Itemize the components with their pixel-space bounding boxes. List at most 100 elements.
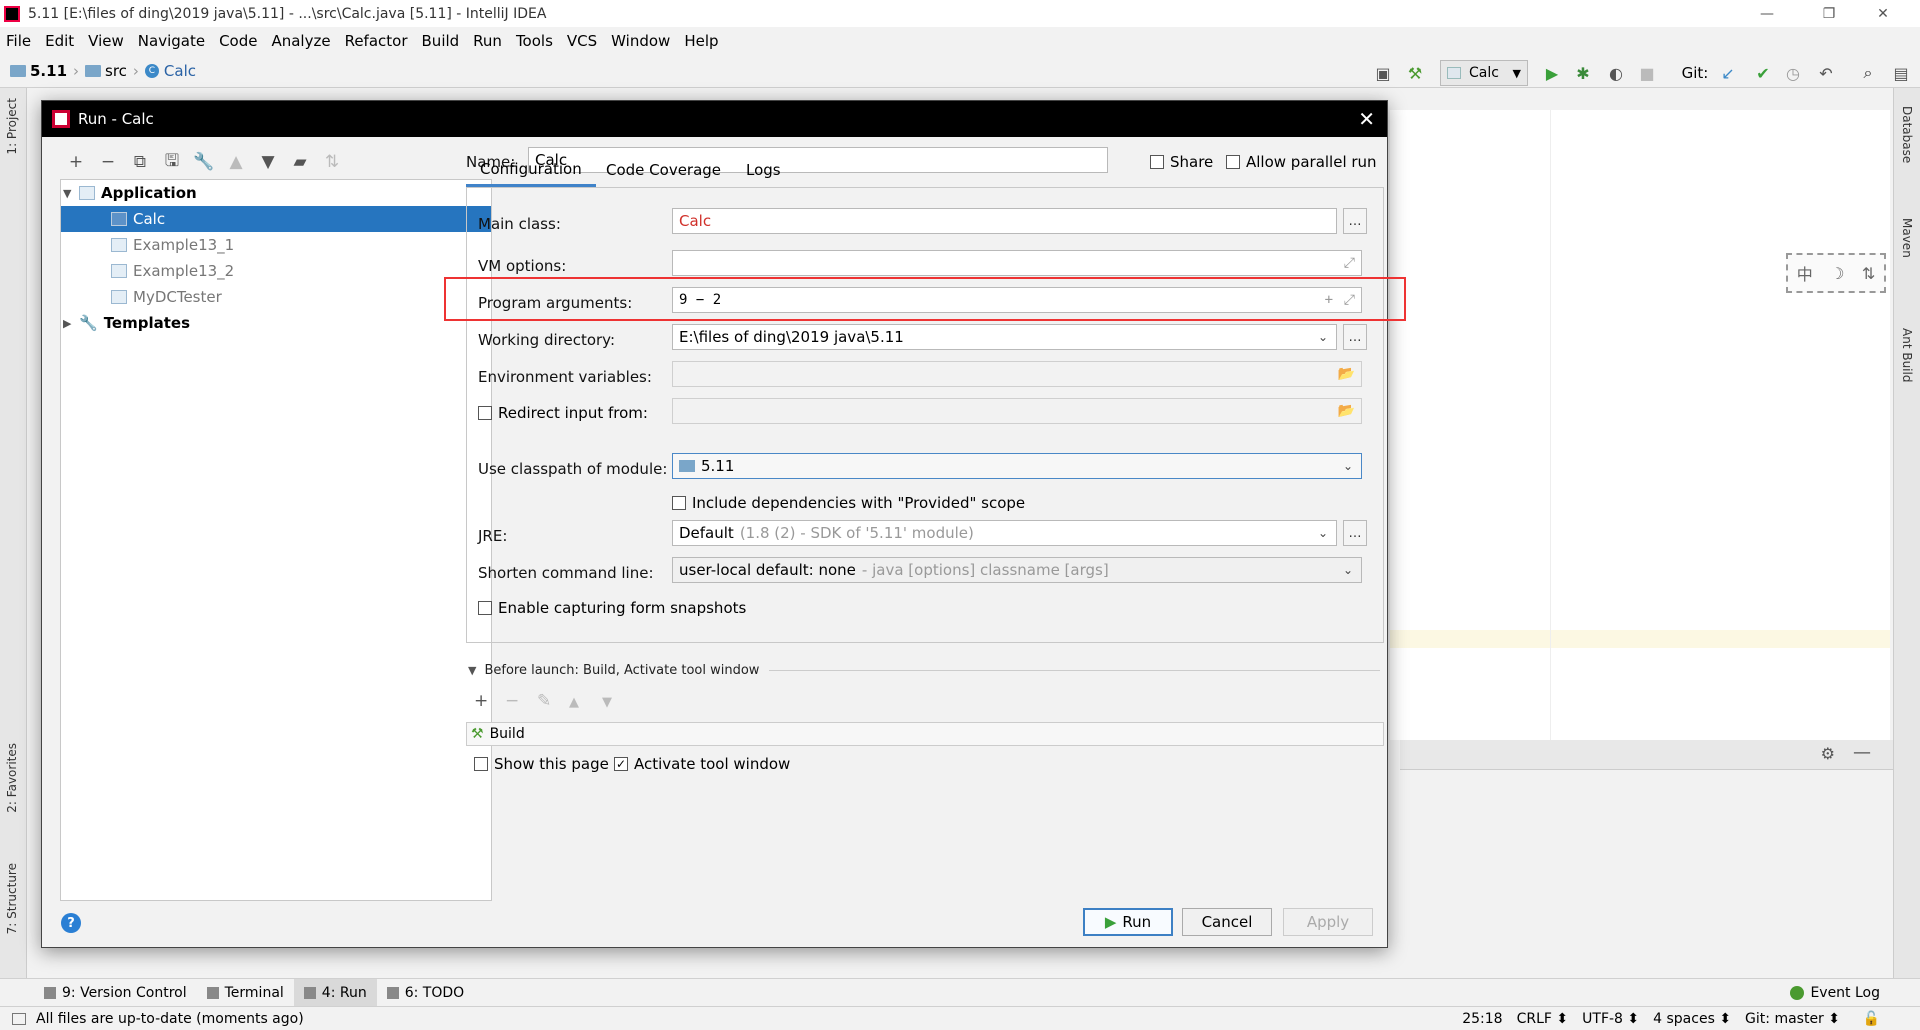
revert-icon[interactable]: ↶ bbox=[1815, 62, 1837, 84]
build-task-row[interactable]: ⚒ Build bbox=[466, 722, 1384, 746]
chevron-down-icon[interactable]: ⌄ bbox=[1318, 330, 1328, 344]
menu-help[interactable]: Help bbox=[684, 32, 718, 50]
chevron-down-icon[interactable]: ⌄ bbox=[1343, 563, 1353, 577]
breadcrumb-project[interactable]: 5.11 bbox=[30, 62, 67, 80]
structure-tool-tab[interactable]: 7: Structure bbox=[5, 863, 19, 934]
ime-moon-icon[interactable]: ☽ bbox=[1830, 264, 1844, 283]
file-encoding[interactable]: UTF-8 ⬍ bbox=[1582, 1011, 1639, 1027]
menu-tools[interactable]: Tools bbox=[516, 32, 553, 50]
remove-task-icon[interactable]: − bbox=[505, 691, 519, 711]
environment-variables-input[interactable]: 📂 bbox=[672, 361, 1362, 387]
tab-code-coverage[interactable]: Code Coverage bbox=[592, 153, 735, 187]
menu-vcs[interactable]: VCS bbox=[567, 32, 597, 50]
apply-button[interactable]: Apply bbox=[1283, 908, 1373, 936]
todo-tab[interactable]: 6: TODO bbox=[377, 979, 474, 1006]
chevron-down-icon[interactable]: ⌄ bbox=[1343, 459, 1353, 473]
browse-working-dir-button[interactable]: … bbox=[1343, 324, 1367, 350]
breadcrumb-src[interactable]: src bbox=[105, 62, 127, 80]
menu-refactor[interactable]: Refactor bbox=[345, 32, 408, 50]
frame-icon[interactable]: ▣ bbox=[1372, 62, 1394, 84]
menu-view[interactable]: View bbox=[88, 32, 124, 50]
tab-configuration[interactable]: Configuration bbox=[466, 153, 596, 187]
ant-build-tool-tab[interactable]: Ant Build bbox=[1900, 328, 1914, 382]
move-up-icon[interactable]: ▲ bbox=[220, 152, 252, 172]
coverage-icon[interactable]: ◐ bbox=[1605, 62, 1627, 84]
add-icon[interactable]: + bbox=[60, 152, 92, 172]
git-branch[interactable]: Git: master ⬍ bbox=[1745, 1011, 1840, 1027]
debug-icon[interactable]: ✱ bbox=[1572, 62, 1594, 84]
favorites-tool-tab[interactable]: 2: Favorites bbox=[5, 743, 19, 813]
event-log-tab[interactable]: Event Log bbox=[1790, 985, 1880, 1001]
jre-select[interactable]: Default (1.8 (2) - SDK of '5.11' module)… bbox=[672, 520, 1337, 546]
menu-file[interactable]: File bbox=[6, 32, 31, 50]
ime-switch-icon[interactable]: ⇅ bbox=[1862, 264, 1875, 283]
classpath-module-select[interactable]: 5.11 ⌄ bbox=[672, 453, 1362, 479]
chevron-down-icon[interactable]: ⌄ bbox=[1318, 526, 1328, 540]
remove-icon[interactable]: − bbox=[92, 152, 124, 172]
run-icon[interactable]: ▶ bbox=[1541, 62, 1563, 84]
vm-options-input[interactable]: ⤢ bbox=[672, 250, 1362, 276]
folder-icon[interactable]: 📂 bbox=[1338, 366, 1355, 382]
history-icon[interactable]: ◷ bbox=[1782, 62, 1804, 84]
expand-icon[interactable]: ⤢ bbox=[1344, 255, 1355, 271]
maven-tool-tab[interactable]: Maven bbox=[1900, 218, 1914, 258]
sort-icon[interactable]: ⇅ bbox=[316, 152, 348, 172]
menu-code[interactable]: Code bbox=[219, 32, 257, 50]
indent-setting[interactable]: 4 spaces ⬍ bbox=[1653, 1011, 1731, 1027]
chevron-down-icon[interactable]: ▼ bbox=[468, 664, 476, 677]
gear-icon[interactable]: ⚙ bbox=[1821, 744, 1835, 763]
project-tool-tab[interactable]: 1: Project bbox=[5, 98, 19, 155]
search-icon[interactable]: ⌕ bbox=[1857, 62, 1879, 84]
allow-parallel-checkbox[interactable]: Allow parallel run bbox=[1226, 153, 1377, 171]
cancel-button[interactable]: Cancel bbox=[1182, 908, 1272, 936]
git-update-icon[interactable]: ↙ bbox=[1717, 62, 1739, 84]
terminal-tab[interactable]: Terminal bbox=[197, 979, 294, 1006]
status-toggle-icon[interactable] bbox=[12, 1012, 26, 1025]
run-tab[interactable]: 4: Run bbox=[293, 979, 377, 1006]
working-directory-input[interactable]: E:\files of ding\2019 java\5.11 ⌄ bbox=[672, 324, 1337, 350]
menu-run[interactable]: Run bbox=[473, 32, 502, 50]
edit-task-icon[interactable]: ✎ bbox=[537, 691, 551, 711]
menu-edit[interactable]: Edit bbox=[45, 32, 74, 50]
new-folder-icon[interactable]: ▰ bbox=[284, 152, 316, 172]
stop-icon[interactable]: ■ bbox=[1636, 62, 1658, 84]
hide-panel-icon[interactable]: — bbox=[1853, 742, 1871, 763]
git-commit-icon[interactable]: ✔ bbox=[1752, 62, 1774, 84]
menu-navigate[interactable]: Navigate bbox=[138, 32, 205, 50]
line-separator[interactable]: CRLF ⬍ bbox=[1517, 1011, 1569, 1027]
tree-node-calc[interactable]: Calc bbox=[61, 206, 491, 232]
minimize-button[interactable]: — bbox=[1744, 0, 1790, 27]
browse-jre-button[interactable]: … bbox=[1343, 520, 1367, 546]
shorten-command-line-select[interactable]: user-local default: none - java [options… bbox=[672, 557, 1362, 583]
show-page-checkbox[interactable]: Show this page bbox=[474, 755, 609, 773]
redirect-input-checkbox[interactable]: Redirect input from: bbox=[478, 404, 648, 422]
lock-icon[interactable]: 🔓 bbox=[1863, 1011, 1880, 1027]
menu-build[interactable]: Build bbox=[422, 32, 460, 50]
move-down-icon[interactable]: ▼ bbox=[252, 152, 284, 172]
tree-node-application[interactable]: ▼ Application bbox=[63, 180, 483, 206]
include-dependencies-checkbox[interactable]: Include dependencies with "Provided" sco… bbox=[672, 494, 1025, 512]
menu-window[interactable]: Window bbox=[611, 32, 670, 50]
browse-main-class-button[interactable]: … bbox=[1343, 208, 1367, 234]
version-control-tab[interactable]: 9: Version Control bbox=[34, 979, 197, 1006]
caret-position[interactable]: 25:18 bbox=[1462, 1011, 1502, 1027]
save-icon[interactable]: 🖫 bbox=[156, 148, 188, 177]
tree-node-mydctester[interactable]: MyDCTester bbox=[111, 284, 222, 310]
close-window-button[interactable]: ✕ bbox=[1860, 0, 1906, 27]
add-task-icon[interactable]: + bbox=[474, 691, 488, 711]
tab-logs[interactable]: Logs bbox=[732, 153, 795, 187]
chevron-down-icon[interactable]: ▼ bbox=[63, 187, 79, 200]
close-icon[interactable]: ✕ bbox=[1358, 107, 1375, 131]
restore-button[interactable]: ❐ bbox=[1806, 0, 1852, 27]
menu-analyze[interactable]: Analyze bbox=[271, 32, 330, 50]
main-class-input[interactable]: Calc bbox=[672, 208, 1337, 234]
copy-icon[interactable]: ⧉ bbox=[124, 152, 156, 172]
tree-node-example13-1[interactable]: Example13_1 bbox=[111, 232, 234, 258]
activate-tool-window-checkbox[interactable]: ✓ Activate tool window bbox=[614, 755, 790, 773]
capture-snapshots-checkbox[interactable]: Enable capturing form snapshots bbox=[478, 599, 746, 617]
run-button[interactable]: ▶ Run bbox=[1083, 908, 1173, 936]
tree-node-templates[interactable]: ▶ 🔧 Templates bbox=[63, 310, 190, 336]
breadcrumb-file[interactable]: Calc bbox=[164, 62, 196, 80]
chevron-right-icon[interactable]: ▶ bbox=[63, 317, 79, 330]
hammer-build-icon[interactable]: ⚒ bbox=[1404, 62, 1426, 84]
